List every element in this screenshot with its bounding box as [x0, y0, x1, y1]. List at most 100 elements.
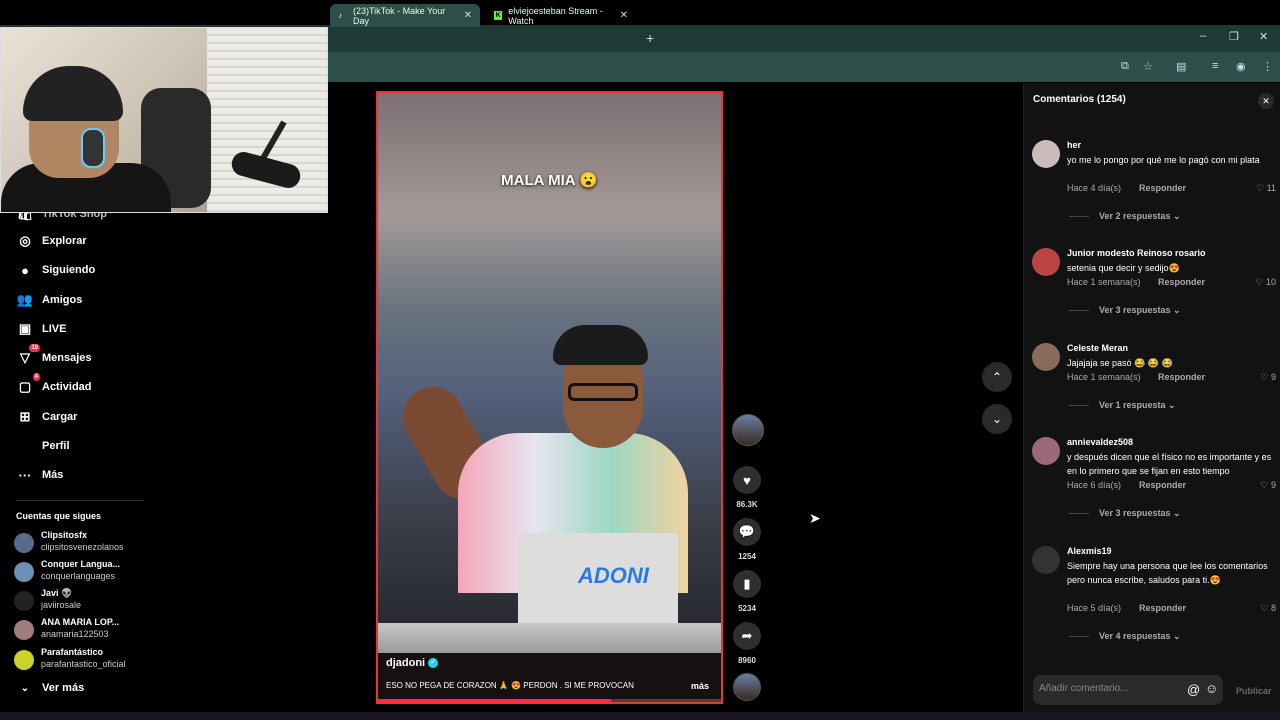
sidebar-item-7[interactable]: Perfil: [16, 436, 70, 456]
comment-like-button[interactable]: ♡ 11: [1256, 183, 1276, 194]
view-replies-button[interactable]: Ver 1 respuesta ⌄: [1069, 400, 1176, 411]
mouse-cursor-icon: ➤: [809, 510, 821, 526]
sidebar-item-8[interactable]: ··· Más: [16, 465, 64, 485]
heart-outline-icon: ♡: [1256, 183, 1265, 193]
install-app-icon[interactable]: ⧉: [1121, 60, 1129, 73]
sidebar-item-5[interactable]: ▢ 4 Actividad: [16, 373, 92, 397]
sidebar-item-label: Explorar: [42, 235, 87, 247]
video-player[interactable]: ADONI MALA MIA 😮 djadoni ✓ ESO NO PEGA DE…: [376, 91, 723, 704]
see-more-accounts[interactable]: ⌄ Ver más: [16, 678, 84, 698]
sidebar-item-label: Mensajes: [42, 352, 92, 364]
comment-like-count: 11: [1266, 183, 1276, 193]
comment-time: Hace 1 semana(s): [1067, 372, 1141, 382]
reading-list-icon[interactable]: ≡: [1212, 60, 1218, 72]
heart-outline-icon: ♡: [1260, 372, 1269, 382]
followed-account[interactable]: ANA MARIA LOP... anamaria122503: [14, 616, 154, 642]
previous-video-button[interactable]: ⌃: [982, 362, 1012, 392]
comment-author[interactable]: Alexmis19: [1067, 546, 1112, 556]
comment-time: Hace 5 día(s): [1067, 603, 1122, 613]
avatar[interactable]: [1032, 437, 1060, 465]
comment-author[interactable]: her: [1067, 140, 1081, 150]
video-author-name: djadoni: [386, 657, 426, 669]
close-comments-button[interactable]: ✕: [1258, 93, 1274, 109]
mention-icon[interactable]: @: [1187, 682, 1200, 697]
messages-icon: ▽ 19: [20, 344, 40, 365]
sidebar-item-3[interactable]: ▣ LIVE: [16, 319, 67, 339]
reply-button[interactable]: Responder: [1158, 277, 1205, 287]
view-replies-button[interactable]: Ver 4 respuestas ⌄: [1069, 631, 1181, 642]
account-name: Javi 👽: [41, 588, 73, 598]
comment-input[interactable]: [1039, 683, 1179, 694]
reply-button[interactable]: Responder: [1139, 183, 1186, 193]
reply-button[interactable]: Responder: [1158, 372, 1205, 382]
comment-author[interactable]: annievaldez508: [1067, 437, 1133, 447]
reply-button[interactable]: Responder: [1139, 603, 1186, 613]
view-replies-button[interactable]: Ver 3 respuestas ⌄: [1069, 305, 1181, 316]
comment-like-button[interactable]: ♡ 10: [1255, 277, 1276, 288]
comment-item: Celeste Meran Jajajaja se pasó 😂 😂 😂 Hace …: [1032, 343, 1276, 443]
avatar[interactable]: [1032, 140, 1060, 168]
like-button[interactable]: ♥ 86.3K: [732, 466, 762, 509]
sidebar-item-6[interactable]: ⊞ Cargar: [16, 407, 78, 427]
comments-title-label: Comentarios: [1033, 94, 1095, 105]
video-more-link[interactable]: más: [691, 681, 709, 691]
sidebar-item-2[interactable]: 👥 Amigos: [16, 290, 82, 310]
comment-input-box[interactable]: @ ☺: [1033, 675, 1223, 705]
comment-time: Hace 1 semana(s): [1067, 277, 1141, 287]
followed-account[interactable]: Parafantástico parafantastico_oficial: [14, 646, 154, 672]
comments-panel: Comentarios (1254) ✕ her yo me lo pongo p…: [1023, 83, 1280, 720]
new-tab-button[interactable]: +: [646, 30, 654, 46]
next-video-button[interactable]: ⌄: [982, 404, 1012, 434]
comment-like-count: 9: [1270, 480, 1276, 490]
close-tab-icon[interactable]: ✕: [464, 10, 472, 21]
compass-icon: ◎: [19, 233, 31, 248]
sidebar-item-1[interactable]: ● Siguiendo: [16, 260, 95, 280]
avatar: [14, 620, 34, 640]
comment-item: Junior modesto Reinoso rosario setenia qu…: [1032, 248, 1276, 348]
video-description: ESO NO PEGA DE CORAZON 🙏 😍 PERDON . SI M…: [386, 681, 634, 690]
sidebar-item-label: Amigos: [42, 294, 83, 306]
sidebar-item-label: Actividad: [42, 381, 92, 393]
followed-account[interactable]: Clipsitosfx clipsitosvenezolanos: [14, 529, 154, 555]
reply-button[interactable]: Responder: [1139, 480, 1186, 490]
avatar[interactable]: [1032, 343, 1060, 371]
chevron-down-icon: ⌄: [991, 412, 1003, 426]
save-button[interactable]: ▮ 5234: [732, 570, 762, 613]
comment-button[interactable]: 💬 1254: [732, 518, 762, 561]
emoji-icon[interactable]: ☺: [1205, 681, 1218, 696]
browser-menu-icon[interactable]: ⋮: [1262, 60, 1273, 73]
tab-kick[interactable]: K elviejoesteban Stream - Watch ✕: [486, 4, 636, 27]
comment-author[interactable]: Celeste Meran: [1067, 343, 1128, 353]
music-disc-button[interactable]: [732, 673, 762, 701]
music-disc-icon: [733, 673, 761, 701]
minimize-button[interactable]: –: [1200, 30, 1206, 42]
comment-like-button[interactable]: ♡ 9: [1260, 480, 1276, 491]
video-progress-bar[interactable]: [378, 699, 721, 702]
close-tab-icon[interactable]: ✕: [620, 10, 628, 21]
video-author[interactable]: djadoni ✓: [386, 657, 439, 669]
sidebar-item-label: Cargar: [42, 411, 78, 423]
avatar[interactable]: [1032, 546, 1060, 574]
comment-like-button[interactable]: ♡ 9: [1260, 372, 1276, 383]
chevron-down-icon: ⌄: [20, 682, 30, 694]
comment-author[interactable]: Junior modesto Reinoso rosario: [1067, 248, 1206, 258]
avatar[interactable]: [1032, 248, 1060, 276]
followed-account[interactable]: Conquer Langua... conquerlanguages: [14, 558, 154, 584]
profile-avatar[interactable]: ◉: [1236, 60, 1246, 73]
bookmark-star-icon[interactable]: ☆: [1143, 60, 1153, 73]
post-comment-button[interactable]: Publicar: [1236, 686, 1272, 696]
tab-tiktok[interactable]: ♪ (23)TikTok - Make Your Day ✕: [330, 4, 480, 27]
share-button[interactable]: ➦ 8960: [732, 622, 762, 665]
comment-like-button[interactable]: ♡ 8: [1260, 603, 1276, 614]
comment-count: 1254: [738, 552, 756, 561]
comment-text: Jajajaja se pasó 😂 😂 😂: [1067, 358, 1173, 368]
view-replies-button[interactable]: Ver 3 respuestas ⌄: [1069, 508, 1181, 519]
followed-account[interactable]: Javi 👽 javiirosale: [14, 587, 154, 613]
sidebar-item-4[interactable]: ▽ 19 Mensajes: [16, 344, 92, 368]
restore-button[interactable]: ❐: [1229, 30, 1239, 43]
close-window-button[interactable]: ✕: [1259, 30, 1268, 43]
extensions-icon[interactable]: ▤: [1176, 60, 1186, 73]
sidebar-item-0[interactable]: ◎ Explorar: [16, 231, 87, 251]
view-replies-button[interactable]: Ver 2 respuestas ⌄: [1069, 211, 1181, 222]
author-avatar-button[interactable]: [732, 414, 764, 446]
